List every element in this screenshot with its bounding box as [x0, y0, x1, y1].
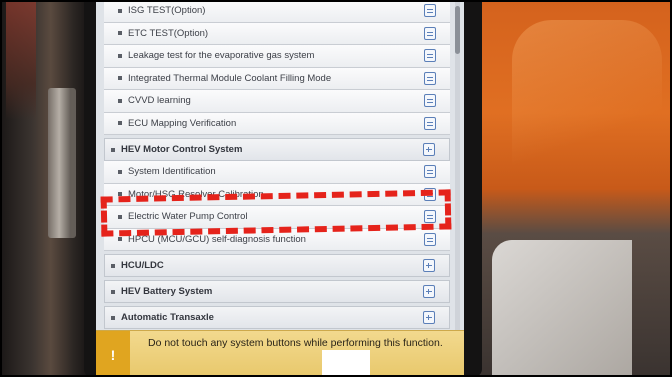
bullet-icon [118, 169, 122, 174]
menu-item-label: Motor/HSG Resolver Calibration [128, 188, 264, 200]
expand-icon[interactable] [423, 285, 435, 298]
function-menu-list: ISG TEST(Option) ETC TEST(Option) Leakag… [104, 0, 450, 329]
bullet-icon [118, 76, 122, 81]
section-header-label: HEV Battery System [121, 286, 213, 297]
menu-item-label: Leakage test for the evaporative gas sys… [128, 50, 315, 62]
background-metal-object [48, 88, 76, 238]
menu-item-label: ECU Mapping Verification [128, 117, 237, 129]
bullet-icon [118, 214, 122, 219]
bullet-icon [118, 53, 122, 58]
scrollbar-thumb[interactable] [455, 6, 460, 54]
menu-item-ecu-mapping[interactable]: ECU Mapping Verification [104, 112, 450, 135]
menu-item-hpcu-self-diagnosis[interactable]: HPCU (MCU/GCU) self-diagnosis function [104, 228, 450, 251]
section-header-hev-battery[interactable]: HEV Battery System [104, 280, 450, 303]
warning-icon: ! [96, 331, 130, 377]
bullet-icon [111, 263, 115, 268]
background-red-object [6, 0, 36, 120]
document-icon[interactable] [424, 94, 436, 108]
redaction-block [322, 350, 370, 377]
section-header-label: HCU/LDC [121, 260, 164, 271]
section-header-hcu-ldc[interactable]: HCU/LDC [104, 254, 450, 277]
bullet-icon [118, 192, 122, 197]
menu-item-etc-test[interactable]: ETC TEST(Option) [104, 22, 450, 45]
document-icon[interactable] [424, 49, 436, 63]
tablet-screen: ISG TEST(Option) ETC TEST(Option) Leakag… [96, 0, 464, 377]
menu-item-label: System Identification [128, 166, 216, 178]
menu-item-thermal-module-filling[interactable]: Integrated Thermal Module Coolant Fillin… [104, 67, 450, 90]
section-header-label: Automatic Transaxle [121, 312, 214, 323]
menu-item-label: HPCU (MCU/GCU) self-diagnosis function [128, 233, 306, 245]
bullet-icon [118, 98, 122, 103]
document-icon[interactable] [424, 71, 436, 85]
warning-bar: ! Do not touch any system buttons while … [96, 330, 464, 377]
document-icon[interactable] [424, 187, 436, 201]
document-icon[interactable] [424, 232, 436, 246]
menu-item-isg-test[interactable]: ISG TEST(Option) [104, 0, 450, 23]
warning-text: Do not touch any system buttons while pe… [148, 337, 443, 349]
document-icon[interactable] [424, 4, 436, 18]
expand-icon[interactable] [423, 311, 435, 324]
section-header-label: HEV Motor Control System [121, 144, 243, 155]
document-icon[interactable] [424, 26, 436, 40]
menu-item-resolver-calibration[interactable]: Motor/HSG Resolver Calibration [104, 183, 450, 206]
bullet-icon [118, 31, 122, 36]
section-header-hev-motor-control[interactable]: HEV Motor Control System [104, 138, 450, 161]
bullet-icon [118, 237, 122, 242]
bullet-icon [111, 147, 115, 152]
bullet-icon [111, 315, 115, 320]
collapse-icon[interactable] [423, 143, 435, 156]
menu-item-label: CVVD learning [128, 95, 191, 107]
bullet-icon [118, 8, 122, 13]
document-icon[interactable] [424, 210, 436, 224]
background-cloth-sheen [512, 20, 662, 210]
menu-item-label: Integrated Thermal Module Coolant Fillin… [128, 72, 332, 84]
menu-item-leakage-test[interactable]: Leakage test for the evaporative gas sys… [104, 45, 450, 68]
section-header-automatic-transaxle[interactable]: Automatic Transaxle [104, 306, 450, 329]
bullet-icon [111, 289, 115, 294]
menu-item-electric-water-pump-control[interactable]: Electric Water Pump Control [104, 206, 450, 229]
expand-icon[interactable] [423, 259, 435, 272]
menu-item-label: Electric Water Pump Control [128, 211, 248, 223]
menu-item-system-identification[interactable]: System Identification [104, 161, 450, 184]
menu-item-label: ISG TEST(Option) [128, 5, 206, 17]
document-icon[interactable] [424, 165, 436, 179]
background-white-object [492, 240, 632, 377]
document-icon[interactable] [424, 116, 436, 130]
bullet-icon [118, 121, 122, 126]
menu-item-cvvd-learning[interactable]: CVVD learning [104, 90, 450, 113]
menu-item-label: ETC TEST(Option) [128, 27, 209, 39]
